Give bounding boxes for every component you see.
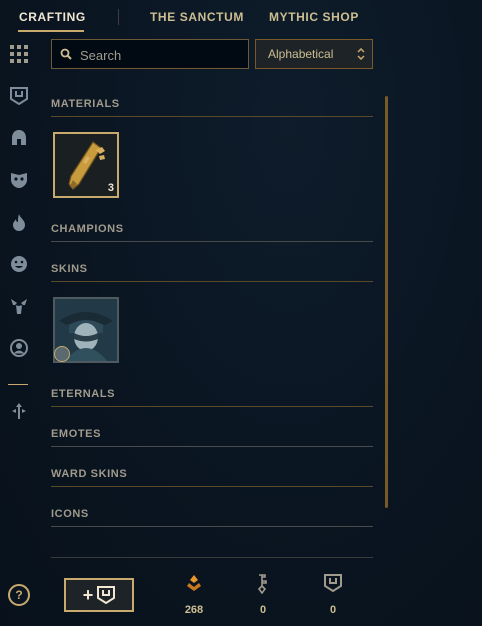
ward-icon[interactable] bbox=[8, 295, 30, 317]
rarity-badge-icon bbox=[54, 346, 70, 362]
section-divider bbox=[51, 406, 373, 407]
orange-essence-value: 268 bbox=[184, 604, 204, 616]
section-champions[interactable]: CHAMPIONS bbox=[51, 223, 124, 235]
sort-label: Alphabetical bbox=[268, 47, 334, 61]
section-divider bbox=[51, 241, 373, 242]
chest-icon bbox=[313, 574, 353, 597]
section-icons[interactable]: ICONS bbox=[51, 508, 89, 520]
skin-shard-item[interactable] bbox=[53, 297, 119, 363]
scrollbar[interactable] bbox=[385, 96, 388, 508]
material-count: 3 bbox=[107, 182, 114, 194]
section-emotes[interactable]: EMOTES bbox=[51, 428, 101, 440]
help-button[interactable]: ? bbox=[8, 584, 30, 606]
search-box[interactable] bbox=[51, 39, 249, 70]
section-divider bbox=[51, 486, 373, 487]
add-chest-button[interactable]: + bbox=[64, 578, 134, 612]
material-item[interactable]: 3 bbox=[53, 132, 119, 198]
chest-value: 0 bbox=[329, 604, 337, 616]
orange-essence-icon bbox=[174, 574, 214, 597]
search-input[interactable] bbox=[78, 40, 242, 70]
section-skins[interactable]: SKINS bbox=[51, 263, 88, 275]
section-divider bbox=[51, 116, 373, 117]
section-materials[interactable]: MATERIALS bbox=[51, 98, 120, 110]
key-fragment-icon bbox=[68, 141, 105, 190]
tab-crafting[interactable]: CRAFTING bbox=[19, 10, 86, 24]
flame-icon[interactable] bbox=[8, 211, 30, 233]
active-tab-underline bbox=[18, 30, 84, 32]
section-eternals[interactable]: ETERNALS bbox=[51, 388, 115, 400]
search-icon bbox=[60, 48, 72, 60]
section-ward-skins[interactable]: WARD SKINS bbox=[51, 468, 127, 480]
arrows-icon[interactable] bbox=[8, 400, 30, 422]
section-divider bbox=[51, 446, 373, 447]
footer-divider bbox=[51, 557, 373, 558]
plus-label: + bbox=[82, 584, 94, 605]
mask-icon[interactable] bbox=[8, 169, 30, 191]
tab-mythic-shop[interactable]: MYTHIC SHOP bbox=[269, 10, 359, 24]
profile-icon[interactable] bbox=[8, 337, 30, 359]
helmet-icon[interactable] bbox=[8, 127, 30, 149]
chest-icon[interactable] bbox=[8, 85, 30, 107]
key-value: 0 bbox=[259, 604, 267, 616]
section-divider bbox=[51, 526, 373, 527]
sort-chevron-icon bbox=[357, 48, 365, 60]
grid-icon[interactable] bbox=[8, 43, 30, 65]
chest-icon bbox=[97, 586, 116, 604]
tab-the-sanctum[interactable]: THE SANCTUM bbox=[150, 10, 244, 24]
section-divider bbox=[51, 281, 373, 282]
nav-divider bbox=[118, 9, 119, 25]
emote-icon[interactable] bbox=[8, 253, 30, 275]
sidebar-divider bbox=[8, 384, 28, 385]
sort-dropdown[interactable]: Alphabetical bbox=[255, 39, 373, 69]
key-icon bbox=[243, 574, 283, 599]
